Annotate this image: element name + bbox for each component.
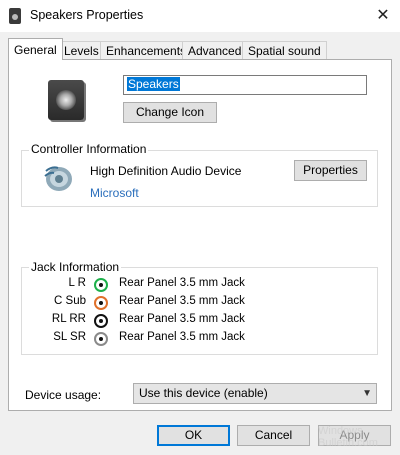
device-name-value: Speakers	[127, 77, 180, 91]
controller-vendor: Microsoft	[90, 186, 139, 200]
tab-enhancements[interactable]: Enhancements	[100, 41, 193, 59]
jack-description: Rear Panel 3.5 mm Jack	[119, 313, 245, 325]
device-usage-value: Use this device (enable)	[139, 386, 268, 400]
device-usage-dropdown[interactable]: Use this device (enable) ▼	[133, 383, 377, 404]
device-name-field[interactable]: Speakers	[123, 75, 367, 95]
jack-color-icon	[94, 332, 108, 346]
device-usage-label: Device usage:	[25, 388, 102, 402]
jack-description: Rear Panel 3.5 mm Jack	[119, 295, 245, 307]
tab-strip: General Levels Enhancements Advanced Spa…	[0, 38, 400, 60]
jack-color-icon	[94, 278, 108, 292]
controller-info-label: Controller Information	[29, 142, 149, 156]
jack-channel: SL SR	[53, 331, 86, 343]
tab-general[interactable]: General	[8, 38, 63, 60]
watermark: Windows Bulletin.com	[318, 425, 378, 449]
jack-color-icon	[94, 314, 108, 328]
window-title: Speakers Properties	[30, 8, 144, 22]
tab-advanced[interactable]: Advanced	[182, 41, 248, 59]
jack-channel: C Sub	[54, 295, 86, 307]
jack-info-label: Jack Information	[29, 260, 122, 274]
cancel-button[interactable]: Cancel	[237, 425, 310, 446]
jack-description: Rear Panel 3.5 mm Jack	[119, 277, 245, 289]
tab-levels[interactable]: Levels	[58, 41, 105, 59]
ok-button[interactable]: OK	[157, 425, 230, 446]
chevron-down-icon: ▼	[362, 388, 372, 399]
speaker-device-icon	[48, 80, 84, 120]
jack-description: Rear Panel 3.5 mm Jack	[119, 331, 245, 343]
jack-channel: RL RR	[51, 313, 86, 325]
audio-controller-icon	[44, 166, 72, 191]
jack-channel: L R	[68, 277, 86, 289]
close-icon[interactable]: ✕	[370, 3, 396, 29]
speaker-app-icon	[9, 8, 21, 24]
properties-button[interactable]: Properties	[294, 160, 367, 181]
jack-color-icon	[94, 296, 108, 310]
title-bar: Speakers Properties ✕	[0, 0, 400, 32]
tab-spatial-sound[interactable]: Spatial sound	[242, 41, 327, 59]
controller-name: High Definition Audio Device	[90, 164, 242, 178]
change-icon-button[interactable]: Change Icon	[123, 102, 217, 123]
